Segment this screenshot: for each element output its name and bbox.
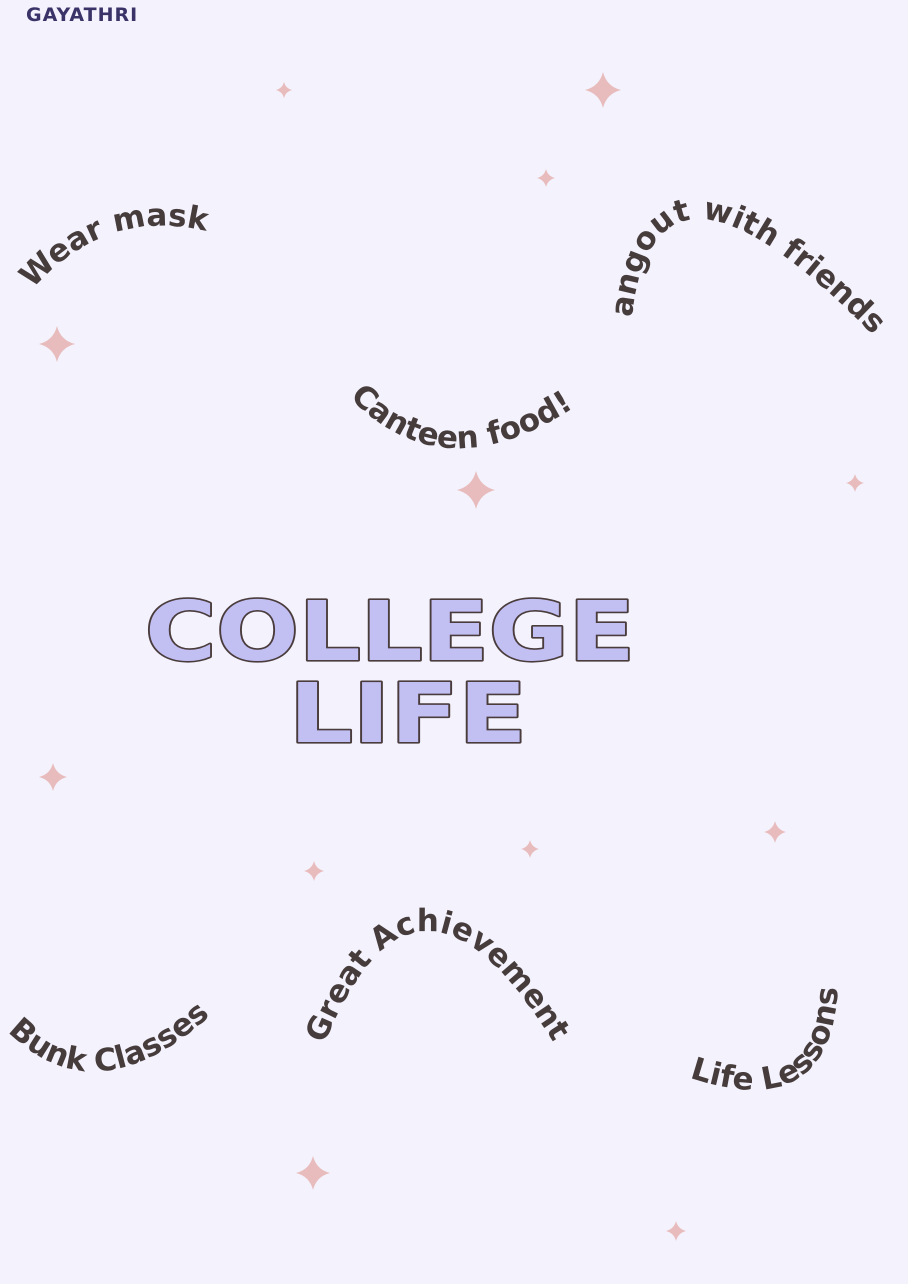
sparkle-icon xyxy=(521,840,539,858)
sparkle-icon xyxy=(304,861,324,881)
title-line-1: COLLEGE xyxy=(145,585,635,680)
sparkle-icon xyxy=(276,82,292,98)
sparkle-icon xyxy=(585,72,621,108)
sparkle-icon xyxy=(39,763,67,791)
phrase-bunk-classes: Bunk Classes xyxy=(2,994,216,1080)
sparkle-icon xyxy=(537,169,555,187)
phrase-achievements: Great Achievements xyxy=(0,0,577,1047)
poster: GAYATHRI Wear mask Hangout with friends!… xyxy=(0,0,908,1284)
sparkle-icon xyxy=(457,471,495,509)
title-line-2: LIFE xyxy=(289,667,527,762)
sparkle-icon xyxy=(846,474,864,492)
poster-art: Wear mask Hangout with friends!! Canteen… xyxy=(0,0,893,1241)
sparkle-icon xyxy=(39,326,75,362)
phrase-canteen: Canteen food! xyxy=(344,377,578,457)
phrase-life-lessons: Life Lessons xyxy=(687,985,846,1098)
sparkle-icon xyxy=(764,821,786,843)
phrase-hangout: Hangout with friends!! xyxy=(0,0,893,341)
sparkle-icon xyxy=(296,1156,330,1190)
sparkle-icon xyxy=(666,1221,686,1241)
phrase-wear-mask: Wear mask xyxy=(13,197,213,294)
